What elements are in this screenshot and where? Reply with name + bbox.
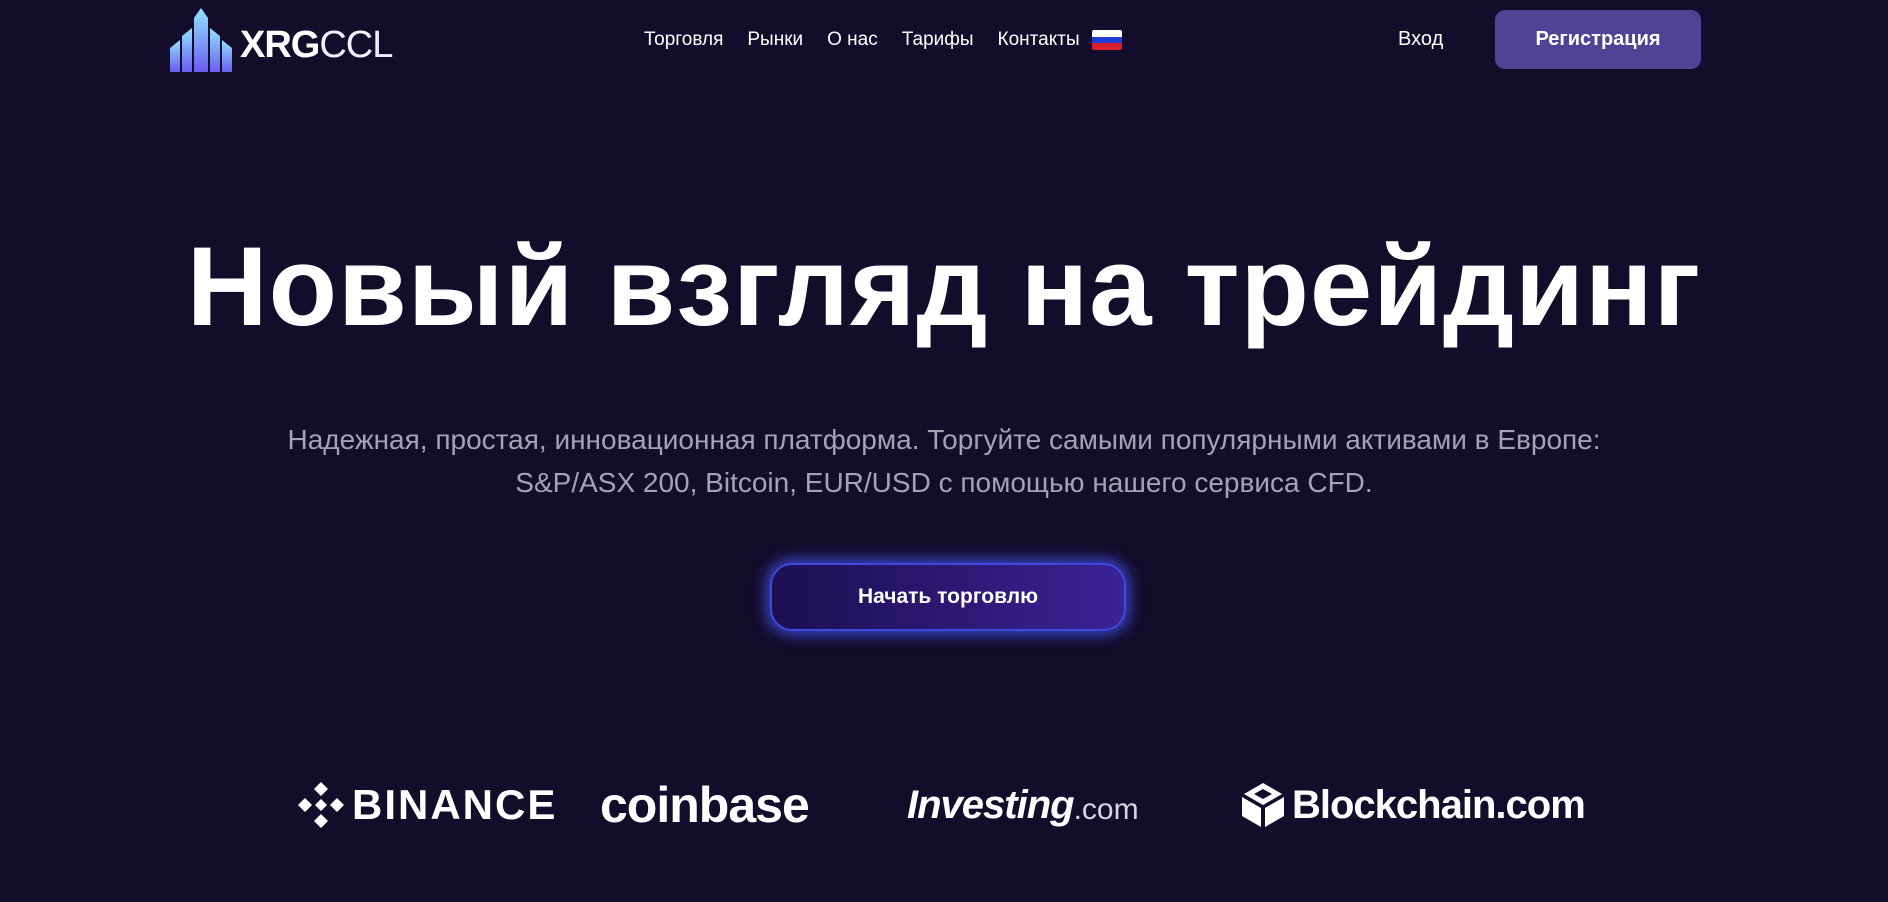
nav-item-markets[interactable]: Рынки	[747, 29, 803, 51]
building-logo-icon	[170, 8, 232, 72]
investing-logo: Investing .com	[907, 775, 1139, 835]
binance-diamond-icon	[298, 782, 344, 828]
nav-item-about[interactable]: О нас	[827, 29, 878, 51]
binance-text: BINANCE	[352, 781, 558, 828]
blockchain-logo: Blockchain.com	[1242, 775, 1586, 835]
hero-subtitle: Надежная, простая, инновационная платфор…	[200, 418, 1688, 504]
register-button[interactable]: Регистрация	[1495, 10, 1701, 69]
hero-title: Новый взгляд на трейдинг	[186, 224, 1702, 349]
nav-item-pricing[interactable]: Тарифы	[902, 29, 974, 51]
blockchain-cube-icon	[1242, 783, 1284, 827]
russian-flag-icon[interactable]	[1091, 30, 1122, 50]
nav-item-contacts[interactable]: Контакты	[998, 29, 1080, 51]
logo-wordmark: XRGCCL	[240, 24, 393, 66]
site-header: XRGCCL Торговля Рынки О нас Тарифы Конта…	[0, 0, 1888, 80]
hero-subtitle-line2: S&P/ASX 200, Bitcoin, EUR/USD с помощью …	[515, 467, 1373, 498]
logo-text-bold: XRG	[240, 24, 320, 66]
nav-item-trading[interactable]: Торговля	[644, 29, 723, 51]
partner-logos: BINANCE coinbase Investing .com Blockchai…	[0, 775, 1888, 835]
start-trading-button[interactable]: Начать торговлю	[770, 563, 1126, 631]
site-logo[interactable]: XRGCCL	[170, 8, 393, 72]
login-link[interactable]: Вход	[1398, 28, 1443, 51]
investing-text: Investing	[907, 782, 1075, 827]
coinbase-logo: coinbase	[600, 777, 810, 833]
hero-subtitle-line1: Надежная, простая, инновационная платфор…	[287, 424, 1601, 455]
logo-text-light: CCL	[319, 24, 393, 66]
blockchain-text: Blockchain.com	[1292, 782, 1586, 827]
investing-suffix: .com	[1073, 793, 1139, 826]
binance-logo: BINANCE	[296, 775, 557, 835]
main-nav: Торговля Рынки О нас Тарифы Контакты	[644, 26, 1122, 54]
